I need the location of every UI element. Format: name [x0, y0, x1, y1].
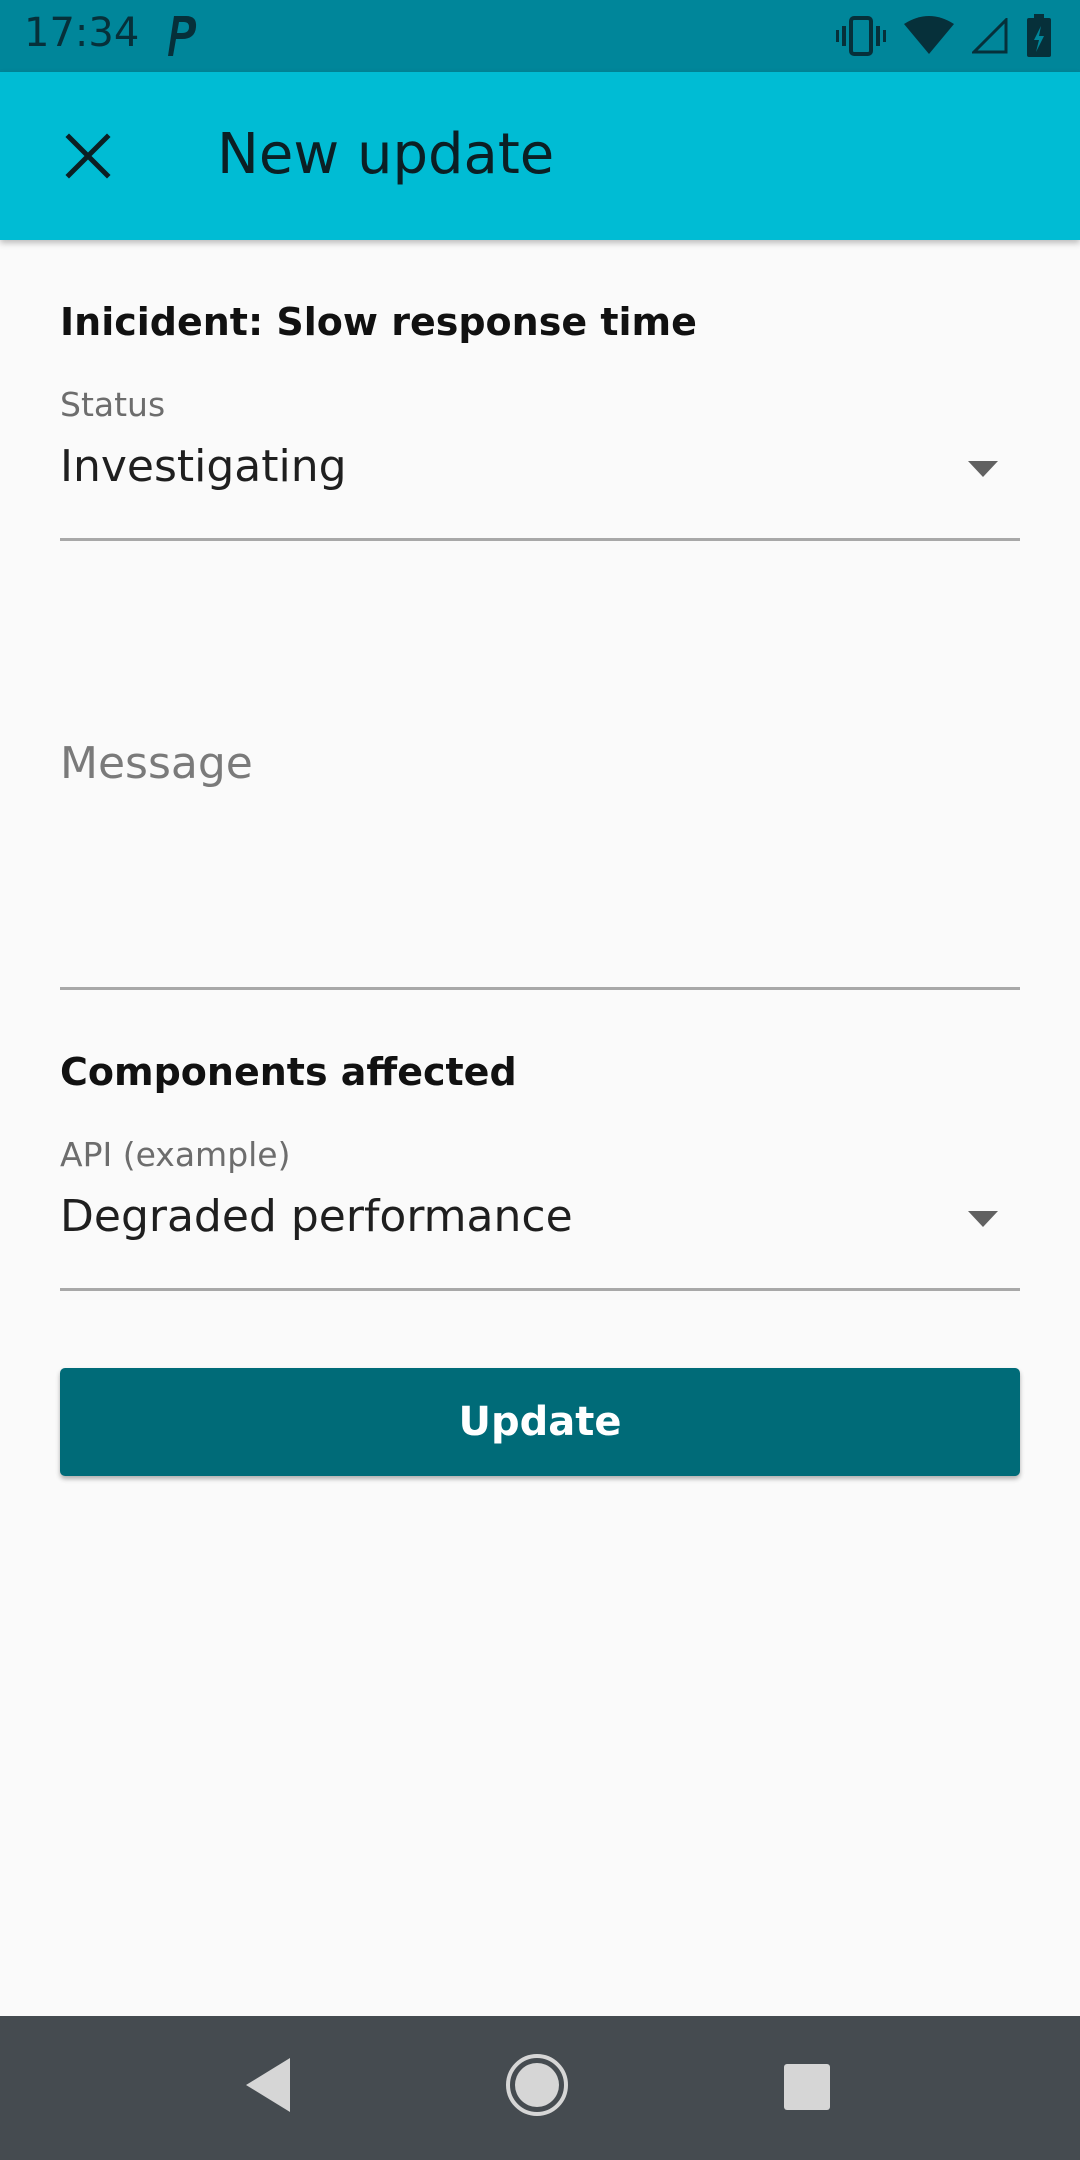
- close-button[interactable]: [48, 116, 128, 196]
- navigation-bar: [0, 2016, 1080, 2160]
- message-input[interactable]: Message: [60, 738, 253, 789]
- home-icon[interactable]: [506, 2054, 568, 2116]
- incident-title: Inicident: Slow response time: [60, 300, 697, 344]
- status-time: 17:34: [24, 10, 140, 56]
- status-value[interactable]: Investigating: [60, 441, 347, 492]
- status-icons: [836, 12, 1052, 60]
- battery-charging-icon: [1027, 14, 1051, 57]
- component-underline: [60, 1288, 1020, 1291]
- vibrate-icon: [836, 16, 886, 56]
- component-label: API (example): [60, 1135, 291, 1174]
- page-title: New update: [217, 122, 555, 187]
- app-bar: New update: [0, 72, 1080, 240]
- recents-icon[interactable]: [784, 2064, 830, 2110]
- component-value[interactable]: Degraded performance: [60, 1191, 573, 1242]
- chevron-down-icon[interactable]: [968, 461, 998, 477]
- home-icon-inner: [515, 2063, 559, 2107]
- parking-notification-icon: [168, 16, 197, 56]
- update-button[interactable]: Update: [60, 1368, 1020, 1476]
- chevron-down-icon[interactable]: [968, 1211, 998, 1227]
- message-underline: [60, 987, 1020, 990]
- status-underline: [60, 538, 1020, 541]
- status-bar: 17:34: [0, 0, 1080, 72]
- close-icon: [65, 133, 111, 179]
- signal-icon: [972, 18, 1008, 54]
- screen: 17:34 New update Inicident: Slow respons…: [0, 0, 1080, 2160]
- back-icon[interactable]: [246, 2058, 290, 2112]
- wifi-icon: [904, 16, 954, 54]
- status-label: Status: [60, 385, 166, 424]
- components-section-title: Components affected: [60, 1050, 517, 1094]
